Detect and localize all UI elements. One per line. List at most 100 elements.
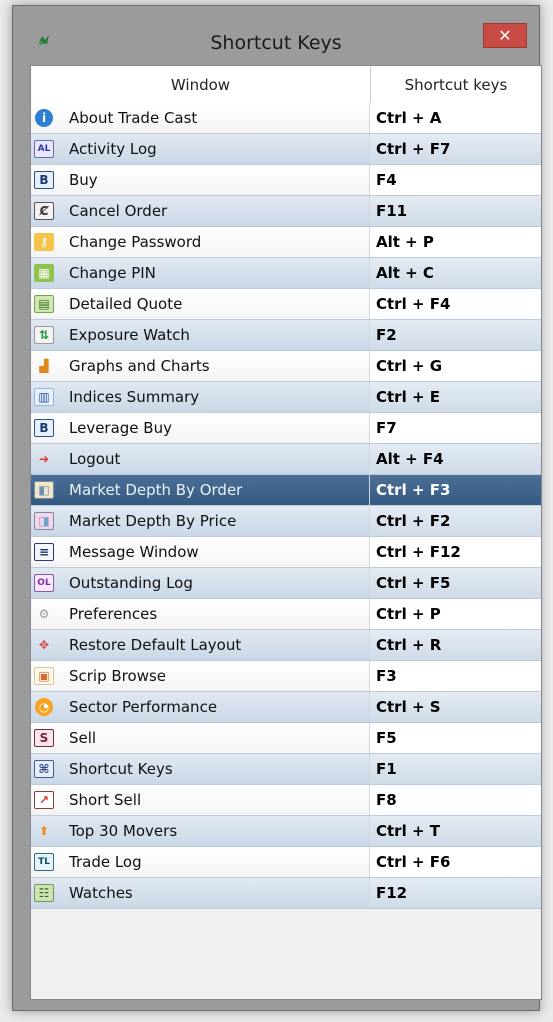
buy-icon: B (33, 169, 55, 191)
column-header-shortcut[interactable]: Shortcut keys (371, 66, 541, 103)
table-row[interactable]: ⇅ Exposure Watch F2 (31, 320, 541, 351)
window-cell[interactable]: S Sell (31, 723, 370, 753)
window-cell[interactable]: OL Outstanding Log (31, 568, 370, 598)
row-label: Logout (69, 450, 121, 468)
cancel-order-icon: Ȼ (33, 200, 55, 222)
table-row[interactable]: ↗ Short Sell F8 (31, 785, 541, 816)
table-row[interactable]: ▤ Detailed Quote Ctrl + F4 (31, 289, 541, 320)
row-label: Market Depth By Order (69, 481, 243, 499)
table-row[interactable]: S Sell F5 (31, 723, 541, 754)
short-sell-icon: ↗ (33, 789, 55, 811)
shortcut-keys-icon: ⌘ (33, 758, 55, 780)
table-row[interactable]: OL Outstanding Log Ctrl + F5 (31, 568, 541, 599)
table-row[interactable]: i About Trade Cast Ctrl + A (31, 103, 541, 134)
window-cell[interactable]: AL Activity Log (31, 134, 370, 164)
window-cell[interactable]: ↗ Short Sell (31, 785, 370, 815)
shortcut-cell[interactable]: F5 (370, 723, 541, 753)
window-cell[interactable]: ▦ Change PIN (31, 258, 370, 288)
window-cell[interactable]: ➜ Logout (31, 444, 370, 474)
table-row[interactable]: ⚷ Change Password Alt + P (31, 227, 541, 258)
window-cell[interactable]: ▤ Detailed Quote (31, 289, 370, 319)
window-cell[interactable]: ⌘ Shortcut Keys (31, 754, 370, 784)
shortcut-cell[interactable]: F1 (370, 754, 541, 784)
shortcut-cell[interactable]: Ctrl + F7 (370, 134, 541, 164)
window-cell[interactable]: ✥ Restore Default Layout (31, 630, 370, 660)
table-row[interactable]: ⬆ Top 30 Movers Ctrl + T (31, 816, 541, 847)
table-row[interactable]: ⌘ Shortcut Keys F1 (31, 754, 541, 785)
window-cell[interactable]: ⇅ Exposure Watch (31, 320, 370, 350)
table-row[interactable]: ≡ Message Window Ctrl + F12 (31, 537, 541, 568)
shortcut-cell[interactable]: F7 (370, 413, 541, 443)
chart-icon: ▟ (39, 359, 49, 373)
shortcut-cell[interactable]: Ctrl + F3 (370, 475, 541, 505)
leverage-buy-icon: B (33, 417, 55, 439)
shortcut-cell[interactable]: Ctrl + F12 (370, 537, 541, 567)
window-cell[interactable]: ◨ Market Depth By Price (31, 506, 370, 536)
column-header-window[interactable]: Window (31, 66, 371, 103)
window-cell[interactable]: ⚷ Change Password (31, 227, 370, 257)
table-row[interactable]: B Buy F4 (31, 165, 541, 196)
shortcut-cell[interactable]: Ctrl + F5 (370, 568, 541, 598)
row-label: Sell (69, 729, 97, 747)
table-row[interactable]: B Leverage Buy F7 (31, 413, 541, 444)
shortcut-cell[interactable]: Ctrl + S (370, 692, 541, 722)
shortcut-cell[interactable]: Alt + F4 (370, 444, 541, 474)
window-cell[interactable]: ≡ Message Window (31, 537, 370, 567)
close-button[interactable]: ✕ (483, 23, 527, 48)
quote-icon: ▤ (33, 293, 55, 315)
window-cell[interactable]: ⚙ Preferences (31, 599, 370, 629)
shortcut-cell[interactable]: Ctrl + G (370, 351, 541, 381)
table-row[interactable]: ◨ Market Depth By Price Ctrl + F2 (31, 506, 541, 537)
window-cell[interactable]: i About Trade Cast (31, 103, 370, 133)
shortcut-cell[interactable]: Ctrl + F4 (370, 289, 541, 319)
table-row[interactable]: AL Activity Log Ctrl + F7 (31, 134, 541, 165)
table-row[interactable]: ⚙ Preferences Ctrl + P (31, 599, 541, 630)
window-cell[interactable]: Ȼ Cancel Order (31, 196, 370, 226)
shortcut-cell[interactable]: F11 (370, 196, 541, 226)
table-row[interactable]: ▣ Scrip Browse F3 (31, 661, 541, 692)
shortcut-cell[interactable]: F4 (370, 165, 541, 195)
window-cell[interactable]: ▥ Indices Summary (31, 382, 370, 412)
window-cell[interactable]: ☷ Watches (31, 878, 370, 908)
table-row[interactable]: ◧ Market Depth By Order Ctrl + F3 (31, 475, 541, 506)
table-row[interactable]: Ȼ Cancel Order F11 (31, 196, 541, 227)
shortcut-cell[interactable]: Ctrl + A (370, 103, 541, 133)
table-row[interactable]: TL Trade Log Ctrl + F6 (31, 847, 541, 878)
table-row[interactable]: ✥ Restore Default Layout Ctrl + R (31, 630, 541, 661)
window-cell[interactable]: ▟ Graphs and Charts (31, 351, 370, 381)
window-cell[interactable]: ▣ Scrip Browse (31, 661, 370, 691)
title-bar[interactable]: Shortcut Keys ✕ (13, 6, 539, 60)
shortcut-cell[interactable]: Ctrl + T (370, 816, 541, 846)
restore-layout-icon: ✥ (38, 638, 50, 652)
window-cell[interactable]: ⬆ Top 30 Movers (31, 816, 370, 846)
top-movers-icon: ⬆ (38, 824, 50, 838)
shortcut-cell[interactable]: F12 (370, 878, 541, 908)
window-cell[interactable]: ◔ Sector Performance (31, 692, 370, 722)
shortcut-cell[interactable]: Ctrl + R (370, 630, 541, 660)
table-row[interactable]: ☷ Watches F12 (31, 878, 541, 909)
logout-icon: ➜ (38, 452, 50, 466)
table-row[interactable]: ➜ Logout Alt + F4 (31, 444, 541, 475)
table-row[interactable]: ◔ Sector Performance Ctrl + S (31, 692, 541, 723)
shortcut-cell[interactable]: Alt + P (370, 227, 541, 257)
table-row[interactable]: ▥ Indices Summary Ctrl + E (31, 382, 541, 413)
window-cell[interactable]: B Buy (31, 165, 370, 195)
shortcut-cell[interactable]: F3 (370, 661, 541, 691)
shortcut-cell[interactable]: F2 (370, 320, 541, 350)
table-row[interactable]: ▟ Graphs and Charts Ctrl + G (31, 351, 541, 382)
shortcut-cell[interactable]: Ctrl + F2 (370, 506, 541, 536)
window-cell[interactable]: ◧ Market Depth By Order (31, 475, 370, 505)
window-cell[interactable]: B Leverage Buy (31, 413, 370, 443)
row-label: Shortcut Keys (69, 760, 173, 778)
row-label: Top 30 Movers (69, 822, 178, 840)
table-row[interactable]: ▦ Change PIN Alt + C (31, 258, 541, 289)
shortcut-cell[interactable]: Alt + C (370, 258, 541, 288)
row-label: About Trade Cast (69, 109, 198, 127)
shortcut-cell[interactable]: Ctrl + P (370, 599, 541, 629)
row-label: Leverage Buy (69, 419, 172, 437)
shortcut-cell[interactable]: F8 (370, 785, 541, 815)
shortcut-cell[interactable]: Ctrl + F6 (370, 847, 541, 877)
shortcut-cell[interactable]: Ctrl + E (370, 382, 541, 412)
window-cell[interactable]: TL Trade Log (31, 847, 370, 877)
row-label: Message Window (69, 543, 199, 561)
